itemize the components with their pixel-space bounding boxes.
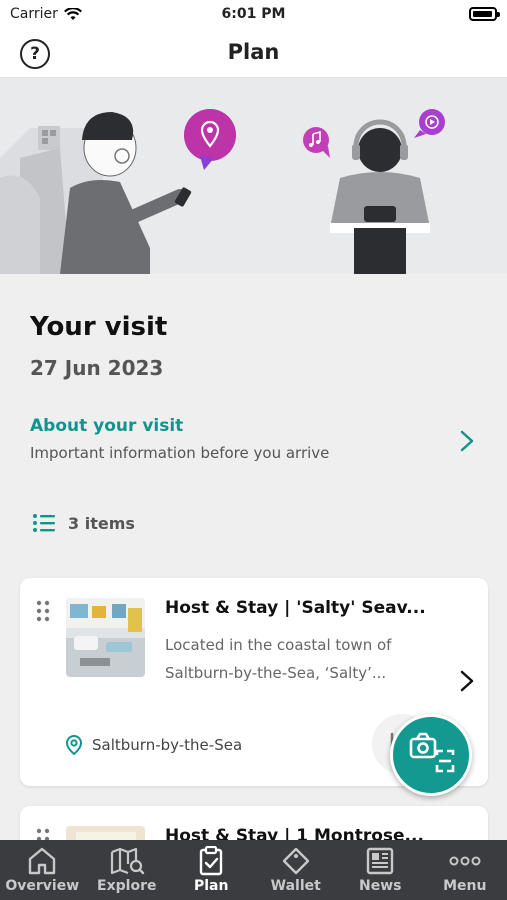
drag-handle-icon[interactable] [36, 600, 50, 622]
tab-label: Wallet [270, 878, 321, 894]
tab-menu[interactable]: Menu [423, 840, 507, 900]
item-description-line: Located in the coastal town of [165, 636, 392, 654]
tab-label: Overview [5, 878, 80, 894]
tab-label: Menu [443, 878, 487, 894]
visit-title: Your visit [30, 312, 168, 342]
items-count: 3 items [32, 513, 135, 533]
about-visit-subtitle: Important information before you arrive [30, 444, 330, 462]
home-icon [29, 847, 56, 875]
battery-icon [469, 7, 500, 21]
newspaper-icon [367, 847, 394, 875]
tab-label: News [359, 878, 402, 894]
tab-plan[interactable]: Plan [169, 840, 254, 900]
status-bar: Carrier 6:01 PM [0, 0, 507, 30]
page-title: Plan [227, 40, 280, 64]
visit-date: 27 Jun 2023 [30, 356, 164, 380]
items-count-label: 3 items [68, 513, 135, 533]
item-location: Saltburn-by-the-Sea [66, 735, 242, 755]
tab-news[interactable]: News [338, 840, 423, 900]
ticket-icon [282, 847, 309, 875]
item-description: Located in the coastal town of Saltburn-… [165, 631, 435, 687]
chevron-right-icon [460, 670, 474, 692]
chevron-right-icon [460, 430, 474, 452]
item-thumbnail [66, 598, 145, 677]
about-visit-label: About your visit [30, 416, 184, 436]
clock: 6:01 PM [221, 6, 286, 22]
scan-button[interactable] [390, 714, 472, 796]
about-visit-link[interactable]: About your visit Important information b… [30, 416, 480, 472]
tab-wallet[interactable]: Wallet [254, 840, 339, 900]
tab-label: Plan [194, 878, 229, 894]
item-description-line: Saltburn-by-the-Sea, ‘Salty’... [165, 664, 387, 682]
tab-overview[interactable]: Overview [0, 840, 85, 900]
item-name: Host & Stay | 'Salty' Seav... [165, 598, 426, 618]
map-search-icon [110, 847, 144, 875]
more-icon [449, 856, 481, 866]
location-pin-icon [66, 735, 82, 755]
visitors-illustration [0, 109, 445, 274]
list-icon [33, 514, 55, 532]
navigation-bar: ? Plan [0, 30, 507, 78]
tab-bar: Overview Explore Plan Wallet News Menu [0, 840, 507, 900]
hero-illustration [0, 78, 507, 274]
item-location-label: Saltburn-by-the-Sea [92, 736, 243, 754]
tab-label: Explore [97, 878, 157, 894]
tab-explore[interactable]: Explore [85, 840, 170, 900]
clipboard-check-icon [200, 846, 223, 876]
camera-scan-icon [409, 732, 455, 773]
